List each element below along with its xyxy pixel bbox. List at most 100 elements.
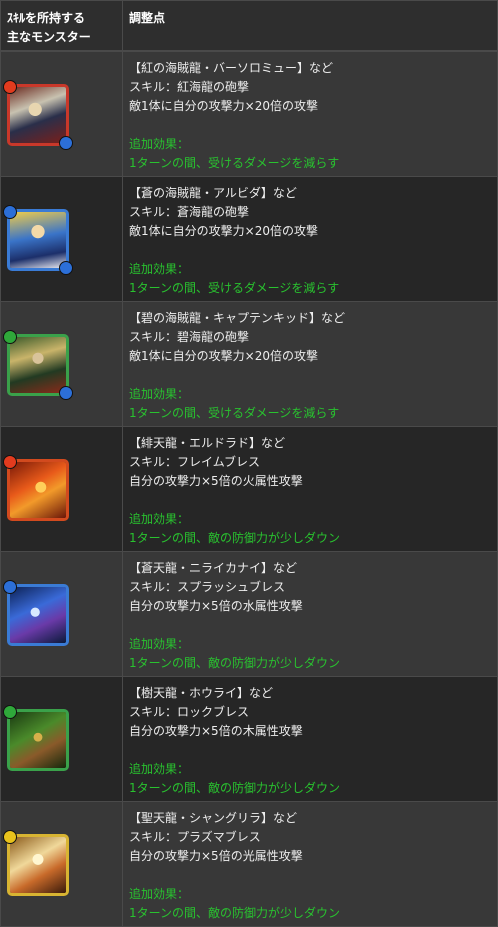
skill-effect: 自分の攻撃力×5倍の木属性攻撃: [129, 724, 303, 738]
skill-effect: 自分の攻撃力×5倍の水属性攻撃: [129, 599, 303, 613]
monster-icon-wrap[interactable]: [3, 80, 73, 150]
added-effect-text: 1ターンの間、敵の防御力が少しダウン: [129, 781, 341, 795]
monster-portrait: [10, 587, 66, 643]
skill-effect: 自分の攻撃力×5倍の火属性攻撃: [129, 474, 303, 488]
main-attribute-orb-icon: [3, 580, 17, 594]
sub-attribute-orb-icon: [59, 386, 73, 400]
adjustment-cell: 【聖天龍・シャングリラ】など スキル：プラズマブレス自分の攻撃力×5倍の光属性攻撃…: [122, 801, 498, 927]
table-row: 【蒼天龍・ニライカナイ】など スキル：スプラッシュブレス自分の攻撃力×5倍の水属性…: [0, 551, 498, 677]
monster-portrait: [10, 212, 66, 268]
added-effect-text: 1ターンの間、敵の防御力が少しダウン: [129, 531, 341, 545]
skill-effect: 自分の攻撃力×5倍の光属性攻撃: [129, 849, 303, 863]
monster-cell: [0, 426, 123, 552]
monster-icon-wrap[interactable]: [3, 455, 69, 521]
table-row: 【紅の海賊龍・バーソロミュー】など スキル：紅海龍の砲撃敵1体に自分の攻撃力×20…: [0, 51, 498, 177]
added-effect-label: 追加効果：: [129, 137, 190, 151]
pirate-dragon-alvida-icon[interactable]: [7, 209, 69, 271]
monster-name: 【蒼の海賊龍・アルビダ】など: [129, 186, 297, 200]
monster-portrait: [10, 837, 66, 893]
skill-name: スキル：碧海龍の砲撃: [129, 330, 250, 344]
monster-cell: [0, 301, 123, 427]
main-attribute-orb-icon: [3, 205, 17, 219]
monster-name: 【聖天龍・シャングリラ】など: [129, 811, 298, 825]
added-effect-label: 追加効果：: [129, 887, 190, 901]
adjustment-cell: 【蒼の海賊龍・アルビダ】など スキル：蒼海龍の砲撃敵1体に自分の攻撃力×20倍の攻…: [122, 176, 498, 302]
skill-effect: 敵1体に自分の攻撃力×20倍の攻撃: [129, 224, 318, 238]
added-effect-text: 1ターンの間、受けるダメージを減らす: [129, 281, 340, 295]
adjustment-cell: 【緋天龍・エルドラド】など スキル：フレイムブレス自分の攻撃力×5倍の火属性攻撃追…: [122, 426, 498, 552]
monster-name: 【樹天龍・ホウライ】など: [129, 686, 274, 700]
monster-cell: [0, 51, 123, 177]
monster-name: 【碧の海賊龍・キャプテンキッド】など: [129, 311, 346, 325]
added-effect-text: 1ターンの間、敵の防御力が少しダウン: [129, 906, 341, 920]
skill-name: スキル：紅海龍の砲撃: [129, 80, 250, 94]
monster-name: 【蒼天龍・ニライカナイ】など: [129, 561, 298, 575]
monster-portrait: [10, 337, 66, 393]
adjustment-cell: 【樹天龍・ホウライ】など スキル：ロックブレス自分の攻撃力×5倍の木属性攻撃 追加効…: [122, 676, 498, 802]
monster-icon-wrap[interactable]: [3, 205, 73, 275]
skill-effect: 敵1体に自分の攻撃力×20倍の攻撃: [129, 99, 318, 113]
sub-attribute-orb-icon: [59, 136, 73, 150]
added-effect-label: 追加効果：: [129, 637, 190, 651]
monster-icon-wrap[interactable]: [3, 330, 73, 400]
header-monsters-line2: 主なモンスター: [7, 30, 91, 44]
skill-name: スキル：ロックブレス: [129, 705, 250, 719]
monster-cell: [0, 176, 123, 302]
table-row: 【碧の海賊龍・キャプテンキッド】など スキル：碧海龍の砲撃敵1体に自分の攻撃力×2…: [0, 301, 498, 427]
added-effect-label: 追加効果：: [129, 262, 190, 276]
table-header-row: ｽｷﾙを所持する 主なモンスター 調整点: [0, 0, 498, 51]
skill-name: スキル：フレイムブレス: [129, 455, 261, 469]
main-attribute-orb-icon: [3, 705, 17, 719]
monster-cell: [0, 676, 123, 802]
pirate-dragon-bartholomew-icon[interactable]: [7, 84, 69, 146]
header-monsters: ｽｷﾙを所持する 主なモンスター: [0, 0, 123, 51]
added-effect-text: 1ターンの間、敵の防御力が少しダウン: [129, 656, 341, 670]
monster-portrait: [10, 87, 66, 143]
added-effect-text: 1ターンの間、受けるダメージを減らす: [129, 406, 340, 420]
monster-icon-wrap[interactable]: [3, 580, 69, 646]
skill-adjustment-table: ｽｷﾙを所持する 主なモンスター 調整点: [0, 0, 498, 51]
adjustment-cell: 【碧の海賊龍・キャプテンキッド】など スキル：碧海龍の砲撃敵1体に自分の攻撃力×2…: [122, 301, 498, 427]
monster-portrait: [10, 462, 66, 518]
sky-dragon-shangrila-icon[interactable]: [7, 834, 69, 896]
sky-dragon-eldorado-icon[interactable]: [7, 459, 69, 521]
adjustment-cell: 【紅の海賊龍・バーソロミュー】など スキル：紅海龍の砲撃敵1体に自分の攻撃力×20…: [122, 51, 498, 177]
main-attribute-orb-icon: [3, 830, 17, 844]
monster-cell: [0, 801, 123, 927]
main-attribute-orb-icon: [3, 330, 17, 344]
skill-name: スキル：蒼海龍の砲撃: [129, 205, 250, 219]
added-effect-label: 追加効果：: [129, 762, 190, 776]
table-row: 【緋天龍・エルドラド】など スキル：フレイムブレス自分の攻撃力×5倍の火属性攻撃追…: [0, 426, 498, 552]
table-row: 【樹天龍・ホウライ】など スキル：ロックブレス自分の攻撃力×5倍の木属性攻撃 追加効…: [0, 676, 498, 802]
adjustment-cell: 【蒼天龍・ニライカナイ】など スキル：スプラッシュブレス自分の攻撃力×5倍の水属性…: [122, 551, 498, 677]
monster-portrait: [10, 712, 66, 768]
pirate-dragon-captain-kidd-icon[interactable]: [7, 334, 69, 396]
table-row: 【蒼の海賊龍・アルビダ】など スキル：蒼海龍の砲撃敵1体に自分の攻撃力×20倍の攻…: [0, 176, 498, 302]
main-attribute-orb-icon: [3, 455, 17, 469]
header-adjustments-label: 調整点: [129, 11, 166, 25]
monster-icon-wrap[interactable]: [3, 705, 69, 771]
monster-icon-wrap[interactable]: [3, 830, 69, 896]
skill-name: スキル：スプラッシュブレス: [129, 580, 286, 594]
sky-dragon-horai-icon[interactable]: [7, 709, 69, 771]
monster-name: 【紅の海賊龍・バーソロミュー】など: [129, 61, 334, 75]
skill-rows: 【紅の海賊龍・バーソロミュー】など スキル：紅海龍の砲撃敵1体に自分の攻撃力×20…: [0, 51, 498, 927]
table-row: 【聖天龍・シャングリラ】など スキル：プラズマブレス自分の攻撃力×5倍の光属性攻撃…: [0, 801, 498, 927]
skill-effect: 敵1体に自分の攻撃力×20倍の攻撃: [129, 349, 318, 363]
header-monsters-line1: ｽｷﾙを所持する: [7, 11, 86, 25]
skill-name: スキル：プラズマブレス: [129, 830, 261, 844]
sky-dragon-niraikanai-icon[interactable]: [7, 584, 69, 646]
monster-name: 【緋天龍・エルドラド】など: [129, 436, 286, 450]
monster-cell: [0, 551, 123, 677]
sub-attribute-orb-icon: [59, 261, 73, 275]
added-effect-text: 1ターンの間、受けるダメージを減らす: [129, 156, 340, 170]
main-attribute-orb-icon: [3, 80, 17, 94]
added-effect-label: 追加効果：: [129, 512, 190, 526]
